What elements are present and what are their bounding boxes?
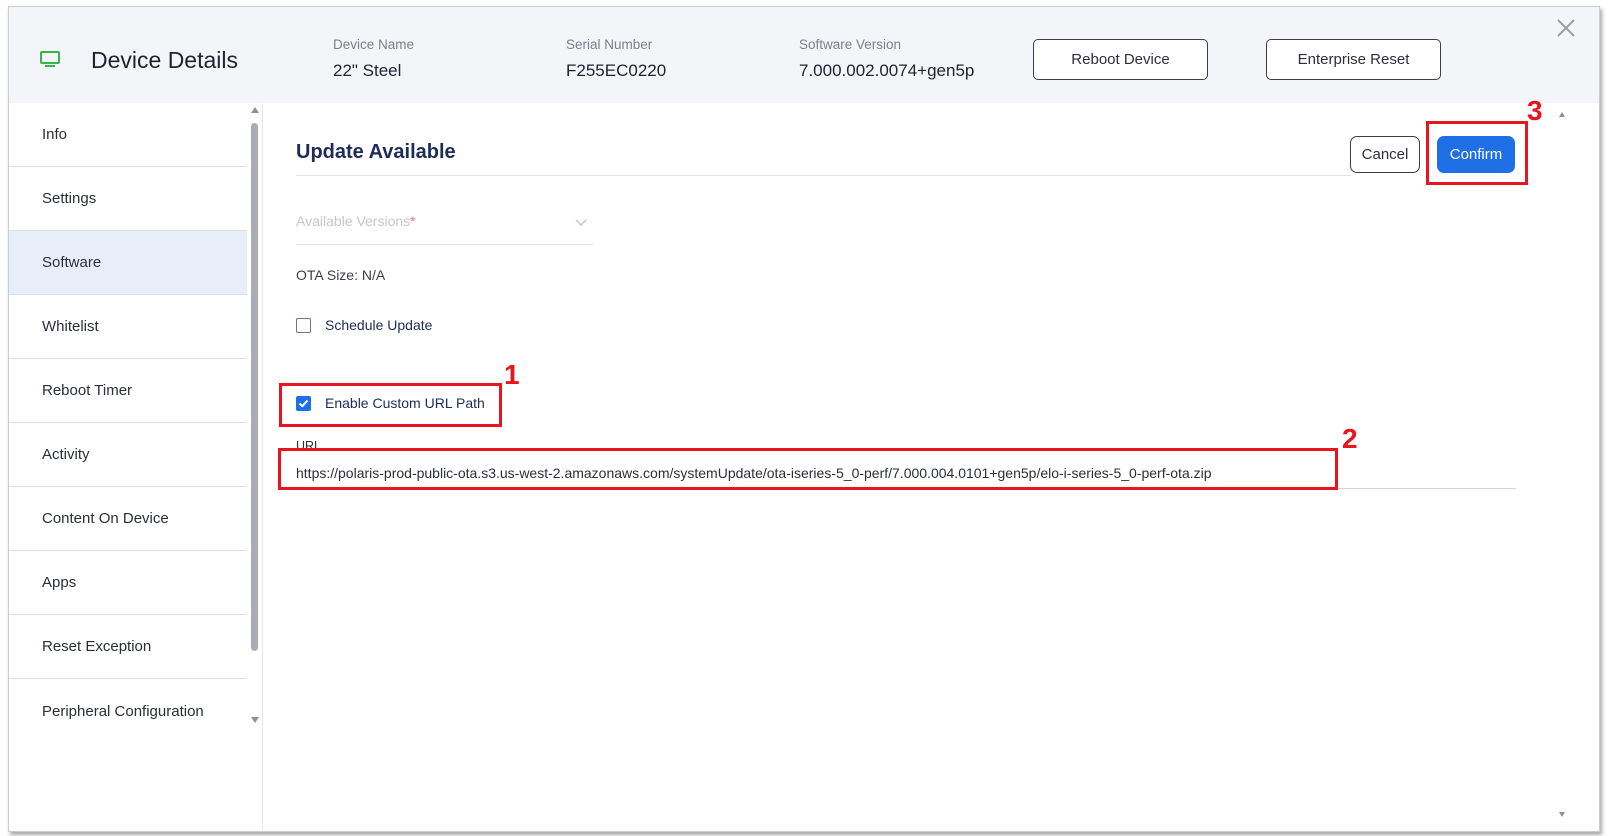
annotation-number-3: 3: [1527, 95, 1543, 126]
scroll-down-arrow-icon[interactable]: [251, 717, 259, 723]
content-scroll-down-icon[interactable]: [1559, 812, 1565, 817]
annotation-box-3: [1426, 121, 1528, 185]
serial-number-value: F255EC0220: [566, 61, 667, 80]
sidebar-item-whitelist[interactable]: Whitelist: [9, 295, 247, 359]
sidebar-item-info[interactable]: Info: [9, 103, 247, 167]
ota-size-text: OTA Size: N/A: [296, 267, 386, 283]
reboot-device-button[interactable]: Reboot Device: [1033, 39, 1208, 80]
annotation-box-2: [278, 448, 1338, 490]
sidebar-nav: Info Settings Software Whitelist Reboot …: [9, 103, 249, 831]
sidebar-item-apps[interactable]: Apps: [9, 551, 247, 615]
sidebar-item-settings[interactable]: Settings: [9, 167, 247, 231]
update-available-title: Update Available: [296, 141, 456, 163]
available-versions-select[interactable]: Available Versions*: [296, 213, 593, 245]
device-name-value: 22" Steel: [333, 61, 402, 80]
software-version-label: Software Version: [799, 37, 902, 52]
sidebar-item-peripheral-configuration[interactable]: Peripheral Configuration: [9, 679, 247, 743]
sidebar-scrollbar[interactable]: [249, 103, 261, 831]
content-scroll-up-icon[interactable]: [1559, 112, 1565, 117]
required-asterisk: *: [410, 213, 416, 229]
enterprise-reset-button[interactable]: Enterprise Reset: [1266, 39, 1441, 80]
serial-number-label: Serial Number: [566, 37, 653, 52]
device-name-block: Device Name 22" Steel: [333, 37, 414, 81]
serial-number-block: Serial Number F255EC0220: [566, 37, 666, 81]
schedule-update-row[interactable]: Schedule Update: [296, 317, 432, 333]
cancel-button[interactable]: Cancel: [1350, 136, 1420, 173]
annotation-number-1: 1: [504, 359, 520, 390]
device-details-dialog: Device Details Device Name 22" Steel Ser…: [8, 6, 1600, 832]
monitor-icon: [40, 51, 60, 67]
available-versions-placeholder: Available Versions: [296, 213, 411, 229]
close-icon[interactable]: [1555, 17, 1577, 39]
sidebar-item-activity[interactable]: Activity: [9, 423, 247, 487]
software-version-value: 7.000.002.0074+gen5p: [799, 61, 975, 80]
title-divider: [296, 175, 1351, 176]
device-name-label: Device Name: [333, 37, 415, 52]
dialog-header: Device Details Device Name 22" Steel Ser…: [9, 7, 1599, 103]
sidebar-item-reboot-timer[interactable]: Reboot Timer: [9, 359, 247, 423]
sidebar-item-reset-exception[interactable]: Reset Exception: [9, 615, 247, 679]
dialog-title: Device Details: [91, 47, 238, 73]
chevron-down-icon: [575, 219, 587, 227]
sidebar-scroll-thumb[interactable]: [251, 123, 258, 651]
sidebar-item-content-on-device[interactable]: Content On Device: [9, 487, 247, 551]
annotation-box-1: [279, 383, 502, 427]
annotation-number-2: 2: [1342, 423, 1358, 454]
sidebar-item-software[interactable]: Software: [9, 231, 247, 295]
schedule-update-checkbox[interactable]: [296, 317, 311, 333]
scroll-up-arrow-icon[interactable]: [251, 107, 259, 113]
software-version-block: Software Version 7.000.002.0074+gen5p: [799, 37, 974, 81]
schedule-update-label: Schedule Update: [325, 317, 433, 333]
